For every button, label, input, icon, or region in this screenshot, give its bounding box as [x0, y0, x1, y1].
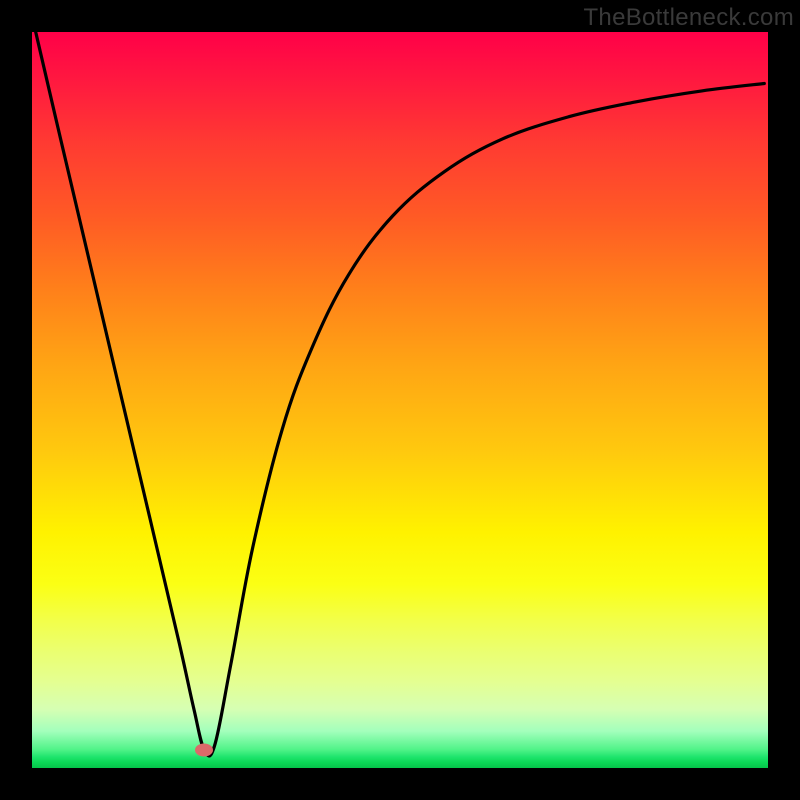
watermark-text: TheBottleneck.com	[583, 4, 794, 32]
chart-frame	[0, 0, 800, 800]
